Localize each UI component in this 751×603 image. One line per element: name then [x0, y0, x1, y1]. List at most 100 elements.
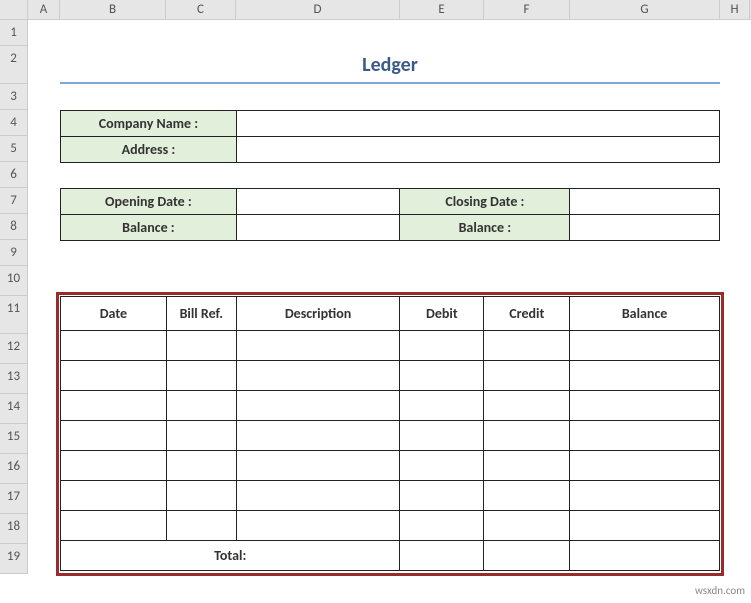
- cell-debit[interactable]: [400, 481, 484, 511]
- cell-credit[interactable]: [484, 421, 570, 451]
- cell-balance[interactable]: [570, 511, 720, 541]
- table-row: [61, 391, 720, 421]
- cell-balance[interactable]: [570, 451, 720, 481]
- cell-debit[interactable]: [400, 421, 484, 451]
- row-header-15[interactable]: 15: [0, 424, 28, 454]
- cell-balance[interactable]: [570, 391, 720, 421]
- cell-description[interactable]: [236, 391, 400, 421]
- ledger-header-date: Date: [61, 297, 167, 331]
- row-header-16[interactable]: 16: [0, 454, 28, 484]
- cell-credit[interactable]: [484, 361, 570, 391]
- row-header-5[interactable]: 5: [0, 136, 28, 162]
- row-header-4[interactable]: 4: [0, 110, 28, 136]
- cell-balance[interactable]: [570, 481, 720, 511]
- column-headers: A B C D E F G H: [0, 0, 751, 20]
- cell-balance[interactable]: [570, 421, 720, 451]
- closing-balance-cell[interactable]: [570, 215, 720, 241]
- cell-debit[interactable]: [400, 361, 484, 391]
- row-header-10[interactable]: 10: [0, 266, 28, 296]
- cell-credit[interactable]: [484, 331, 570, 361]
- cell-date[interactable]: [61, 391, 167, 421]
- table-row: [61, 511, 720, 541]
- total-debit-cell[interactable]: [400, 541, 484, 571]
- company-name-label: Company Name :: [61, 111, 237, 137]
- row-header-19[interactable]: 19: [0, 544, 28, 574]
- cell-description[interactable]: [236, 331, 400, 361]
- ledger-title: Ledger: [60, 52, 720, 84]
- col-header-F[interactable]: F: [484, 0, 570, 19]
- col-header-A[interactable]: A: [28, 0, 60, 19]
- cell-description[interactable]: [236, 481, 400, 511]
- cell-billref[interactable]: [166, 451, 236, 481]
- table-row: [61, 331, 720, 361]
- cell-description[interactable]: [236, 511, 400, 541]
- company-name-cell[interactable]: [236, 111, 719, 137]
- cell-billref[interactable]: [166, 511, 236, 541]
- watermark-text: wsxdn.com: [695, 584, 745, 597]
- ledger-header-billref: Bill Ref.: [166, 297, 236, 331]
- cell-description[interactable]: [236, 451, 400, 481]
- row-header-8[interactable]: 8: [0, 214, 28, 240]
- row-header-14[interactable]: 14: [0, 394, 28, 424]
- cell-billref[interactable]: [166, 331, 236, 361]
- cell-date[interactable]: [61, 361, 167, 391]
- table-row: [61, 451, 720, 481]
- cell-date[interactable]: [61, 421, 167, 451]
- cell-credit[interactable]: [484, 451, 570, 481]
- cell-date[interactable]: [61, 451, 167, 481]
- cell-description[interactable]: [236, 361, 400, 391]
- cell-billref[interactable]: [166, 481, 236, 511]
- cell-debit[interactable]: [400, 451, 484, 481]
- cell-credit[interactable]: [484, 481, 570, 511]
- spreadsheet-cells-area[interactable]: Ledger Company Name : Address : Opening …: [28, 20, 751, 574]
- cell-debit[interactable]: [400, 391, 484, 421]
- ledger-entries-table: Date Bill Ref. Description Debit Credit …: [60, 296, 720, 571]
- table-row: [61, 481, 720, 511]
- cell-debit[interactable]: [400, 511, 484, 541]
- opening-date-label: Opening Date :: [61, 189, 237, 215]
- total-balance-cell[interactable]: [570, 541, 720, 571]
- opening-balance-cell[interactable]: [236, 215, 400, 241]
- row-header-2[interactable]: 2: [0, 46, 28, 84]
- cell-date[interactable]: [61, 331, 167, 361]
- col-header-H[interactable]: H: [720, 0, 750, 19]
- closing-date-label: Closing Date :: [400, 189, 570, 215]
- address-cell[interactable]: [236, 137, 719, 163]
- closing-date-cell[interactable]: [570, 189, 720, 215]
- row-header-11[interactable]: 11: [0, 296, 28, 334]
- row-header-6[interactable]: 6: [0, 162, 28, 188]
- cell-debit[interactable]: [400, 331, 484, 361]
- cell-credit[interactable]: [484, 511, 570, 541]
- col-header-E[interactable]: E: [400, 0, 484, 19]
- row-headers: 1 2 3 4 5 6 7 8 9 10 11 12 13 14 15 16 1…: [0, 20, 28, 574]
- col-header-G[interactable]: G: [570, 0, 720, 19]
- cell-balance[interactable]: [570, 361, 720, 391]
- row-header-17[interactable]: 17: [0, 484, 28, 514]
- cell-billref[interactable]: [166, 361, 236, 391]
- ledger-header-credit: Credit: [484, 297, 570, 331]
- row-header-13[interactable]: 13: [0, 364, 28, 394]
- row-header-18[interactable]: 18: [0, 514, 28, 544]
- row-header-9[interactable]: 9: [0, 240, 28, 266]
- cell-credit[interactable]: [484, 391, 570, 421]
- select-all-corner[interactable]: [0, 0, 28, 19]
- cell-billref[interactable]: [166, 391, 236, 421]
- cell-billref[interactable]: [166, 421, 236, 451]
- row-header-3[interactable]: 3: [0, 84, 28, 110]
- col-header-B[interactable]: B: [60, 0, 166, 19]
- cell-date[interactable]: [61, 481, 167, 511]
- col-header-C[interactable]: C: [166, 0, 236, 19]
- row-header-7[interactable]: 7: [0, 188, 28, 214]
- col-header-D[interactable]: D: [236, 0, 400, 19]
- cell-description[interactable]: [236, 421, 400, 451]
- total-credit-cell[interactable]: [484, 541, 570, 571]
- row-header-12[interactable]: 12: [0, 334, 28, 364]
- dates-balances-table: Opening Date : Closing Date : Balance : …: [60, 188, 720, 241]
- closing-balance-label: Balance :: [400, 215, 570, 241]
- cell-balance[interactable]: [570, 331, 720, 361]
- opening-date-cell[interactable]: [236, 189, 400, 215]
- ledger-header-debit: Debit: [400, 297, 484, 331]
- row-header-1[interactable]: 1: [0, 20, 28, 46]
- ledger-header-description: Description: [236, 297, 400, 331]
- cell-date[interactable]: [61, 511, 167, 541]
